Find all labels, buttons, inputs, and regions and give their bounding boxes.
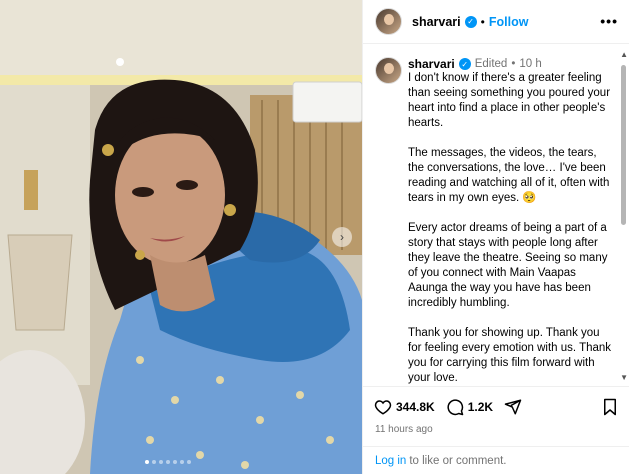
save-button[interactable] bbox=[602, 398, 618, 421]
caption-text: I don't know if there's a greater feelin… bbox=[408, 71, 613, 385]
carousel-dot bbox=[159, 460, 163, 464]
heart-icon bbox=[374, 400, 392, 415]
carousel-dot bbox=[173, 460, 177, 464]
more-horizontal-icon[interactable]: ••• bbox=[600, 13, 618, 29]
carousel-dot bbox=[187, 460, 191, 464]
follow-button[interactable]: Follow bbox=[489, 15, 529, 29]
caption-paragraph: The messages, the videos, the tears, the… bbox=[408, 147, 610, 204]
verified-badge-icon: ✓ bbox=[458, 58, 471, 70]
comment-icon bbox=[447, 399, 463, 416]
scroll-up-arrow-icon[interactable]: ▲ bbox=[620, 50, 628, 59]
chevron-right-icon: › bbox=[340, 230, 344, 244]
comment-button[interactable]: 1.2K bbox=[446, 398, 493, 416]
comments-section[interactable]: sharvari ✓ Edited • 10 h I don't know if… bbox=[363, 45, 629, 385]
caption-paragraph: I don't know if there's a greater feelin… bbox=[408, 72, 611, 129]
carousel-next-button[interactable]: › bbox=[332, 227, 352, 247]
edited-label: Edited bbox=[474, 58, 508, 70]
comment-count[interactable]: 1.2K bbox=[468, 400, 493, 414]
caption-age[interactable]: 10 h bbox=[519, 58, 541, 70]
share-icon bbox=[504, 399, 522, 415]
post-header: sharvari ✓ • Follow ••• bbox=[363, 0, 629, 44]
avatar[interactable] bbox=[375, 8, 402, 35]
verified-badge-icon: ✓ bbox=[464, 15, 477, 28]
caption-header: sharvari ✓ Edited • 10 h bbox=[408, 57, 542, 71]
share-button[interactable] bbox=[504, 398, 526, 416]
like-count[interactable]: 344.8K bbox=[396, 400, 435, 414]
login-prompt: Log in to like or comment. bbox=[363, 446, 629, 474]
scrollbar-thumb[interactable] bbox=[621, 65, 626, 225]
caption-separator: • bbox=[511, 58, 516, 70]
carousel-indicator bbox=[145, 460, 191, 464]
post-side-panel: sharvari ✓ • Follow ••• sharvari ✓ Edite… bbox=[362, 0, 629, 474]
carousel-dot bbox=[152, 460, 156, 464]
header-separator: • bbox=[480, 14, 485, 29]
bookmark-icon bbox=[604, 398, 616, 416]
caption-avatar[interactable] bbox=[375, 57, 402, 84]
post-timestamp[interactable]: 11 hours ago bbox=[375, 424, 433, 435]
like-button[interactable]: 344.8K bbox=[374, 398, 435, 416]
login-link[interactable]: Log in bbox=[375, 455, 406, 467]
carousel-dot bbox=[180, 460, 184, 464]
caption-paragraph: Thank you for showing up. Thank you for … bbox=[408, 327, 612, 384]
post-photo bbox=[0, 0, 362, 474]
post-actions: 344.8K 1.2K 11 hours ago bbox=[363, 386, 629, 435]
post-image[interactable]: › bbox=[0, 0, 362, 474]
header-username[interactable]: sharvari bbox=[412, 15, 461, 29]
carousel-dot bbox=[145, 460, 149, 464]
carousel-dot bbox=[166, 460, 170, 464]
scroll-down-arrow-icon[interactable]: ▼ bbox=[620, 373, 628, 382]
login-prompt-text: to like or comment. bbox=[409, 454, 507, 467]
caption-paragraph: Every actor dreams of being a part of a … bbox=[408, 222, 608, 309]
caption-username[interactable]: sharvari bbox=[408, 57, 455, 71]
